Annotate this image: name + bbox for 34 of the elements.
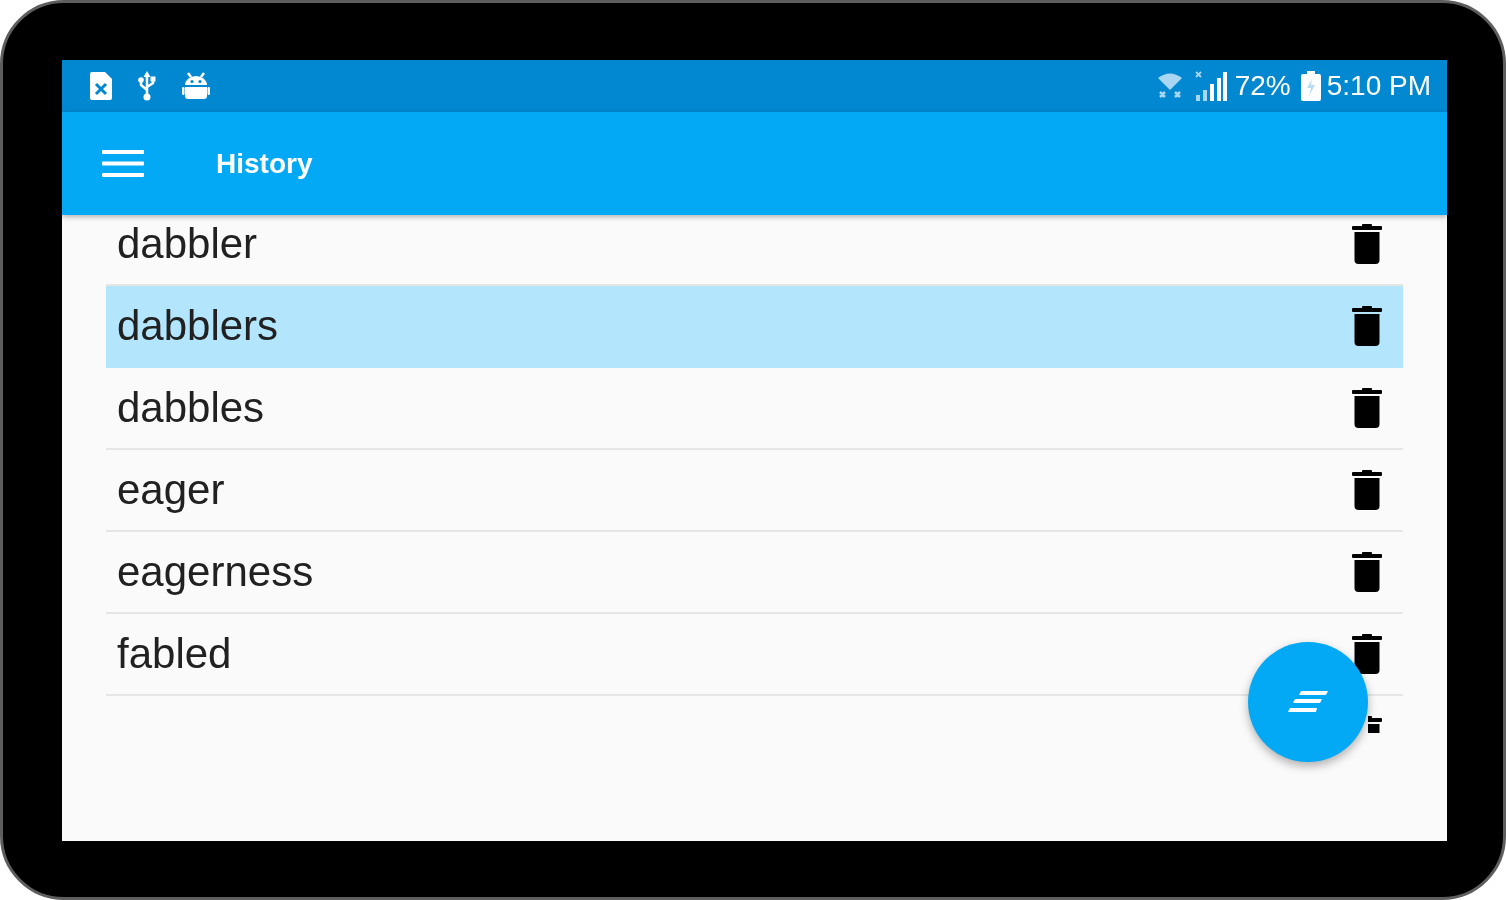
wifi-icon <box>1156 72 1183 100</box>
delete-button[interactable] <box>1352 388 1382 428</box>
history-word: dabblers <box>117 301 279 351</box>
lines-icon <box>1288 691 1328 713</box>
delete-button[interactable] <box>1352 552 1382 592</box>
document-x-icon <box>90 72 112 100</box>
history-word: fabled <box>117 629 232 679</box>
robot-icon <box>182 72 210 100</box>
delete-button[interactable] <box>1352 634 1382 674</box>
history-word: eager <box>117 465 225 515</box>
trash-icon <box>1352 634 1382 674</box>
usb-icon <box>138 71 156 101</box>
delete-button[interactable] <box>1352 470 1382 510</box>
battery-icon <box>1300 71 1321 101</box>
signal-icon <box>1194 71 1227 101</box>
history-item[interactable]: eager <box>106 450 1403 532</box>
history-item[interactable]: dabblers <box>106 286 1403 368</box>
history-word: eagerness <box>117 547 314 597</box>
clock-time: 5:10 PM <box>1326 70 1431 102</box>
menu-button[interactable] <box>100 148 146 179</box>
history-item[interactable]: dabbles <box>106 368 1403 450</box>
trash-icon <box>1352 388 1382 428</box>
delete-button[interactable] <box>1352 224 1382 264</box>
trash-icon <box>1352 306 1382 346</box>
delete-button[interactable] <box>1352 306 1382 346</box>
history-word: dabbler <box>117 219 258 269</box>
trash-icon <box>1352 552 1382 592</box>
history-word: dabbles <box>117 383 265 433</box>
battery-percent: 72% <box>1234 70 1291 102</box>
trash-icon <box>1352 470 1382 510</box>
history-item[interactable]: eagerness <box>106 532 1403 614</box>
menu-icon <box>102 150 144 177</box>
screen-title: History <box>216 146 313 181</box>
trash-icon <box>1352 224 1382 264</box>
